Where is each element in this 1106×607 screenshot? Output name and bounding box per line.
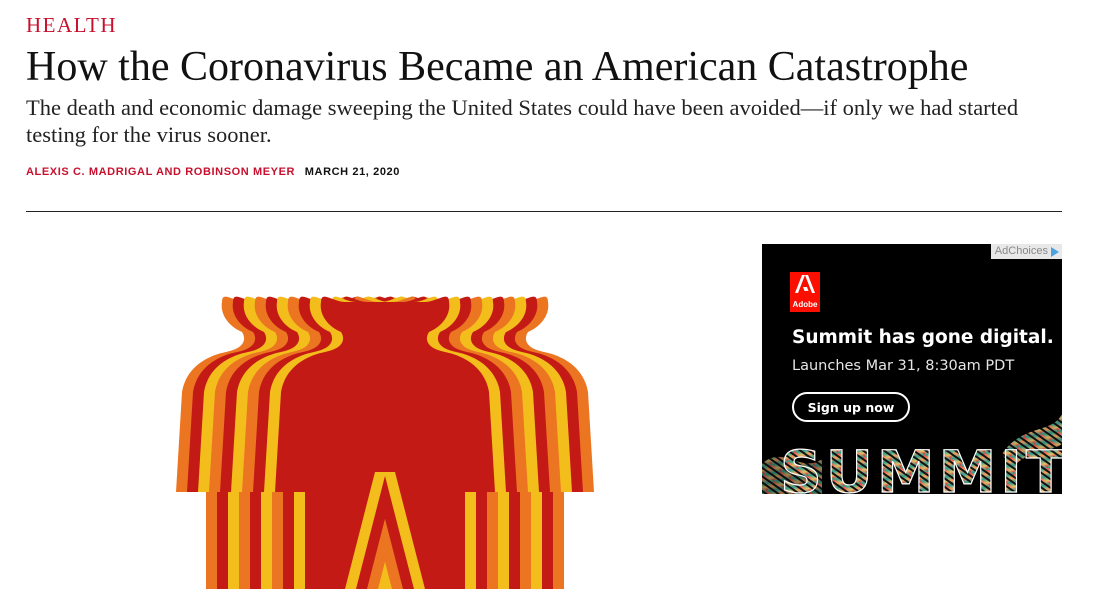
byline-authors[interactable]: ALEXIS C. MADRIGAL AND ROBINSON MEYER: [26, 166, 295, 178]
adchoices-label: AdChoices: [994, 245, 1048, 257]
ad-subtext: Launches Mar 31, 8:30am PDT: [792, 358, 1015, 374]
section-label[interactable]: HEALTH: [26, 13, 117, 38]
adchoices-badge[interactable]: AdChoices: [990, 244, 1062, 259]
adobe-a-icon: [795, 275, 815, 293]
byline: ALEXIS C. MADRIGAL AND ROBINSON MEYER MA…: [26, 166, 400, 178]
adobe-wordmark: Adobe: [792, 300, 818, 309]
header-divider: [26, 211, 1062, 212]
publish-date: MARCH 21, 2020: [304, 166, 400, 178]
adobe-logo: Adobe: [790, 272, 820, 312]
advertisement[interactable]: AdChoices Adobe Summit has gone digital.…: [762, 244, 1062, 494]
ad-headline: Summit has gone digital.: [792, 327, 1054, 348]
hero-illustration: [176, 296, 594, 589]
summit-art-text: SUMMIT: [780, 438, 1062, 494]
article-dek: The death and economic damage sweeping t…: [26, 95, 1019, 147]
article-headline: How the Coronavirus Became an American C…: [26, 44, 969, 90]
summit-artwork: SUMMIT: [762, 414, 1062, 494]
adchoices-icon: [1051, 246, 1059, 257]
